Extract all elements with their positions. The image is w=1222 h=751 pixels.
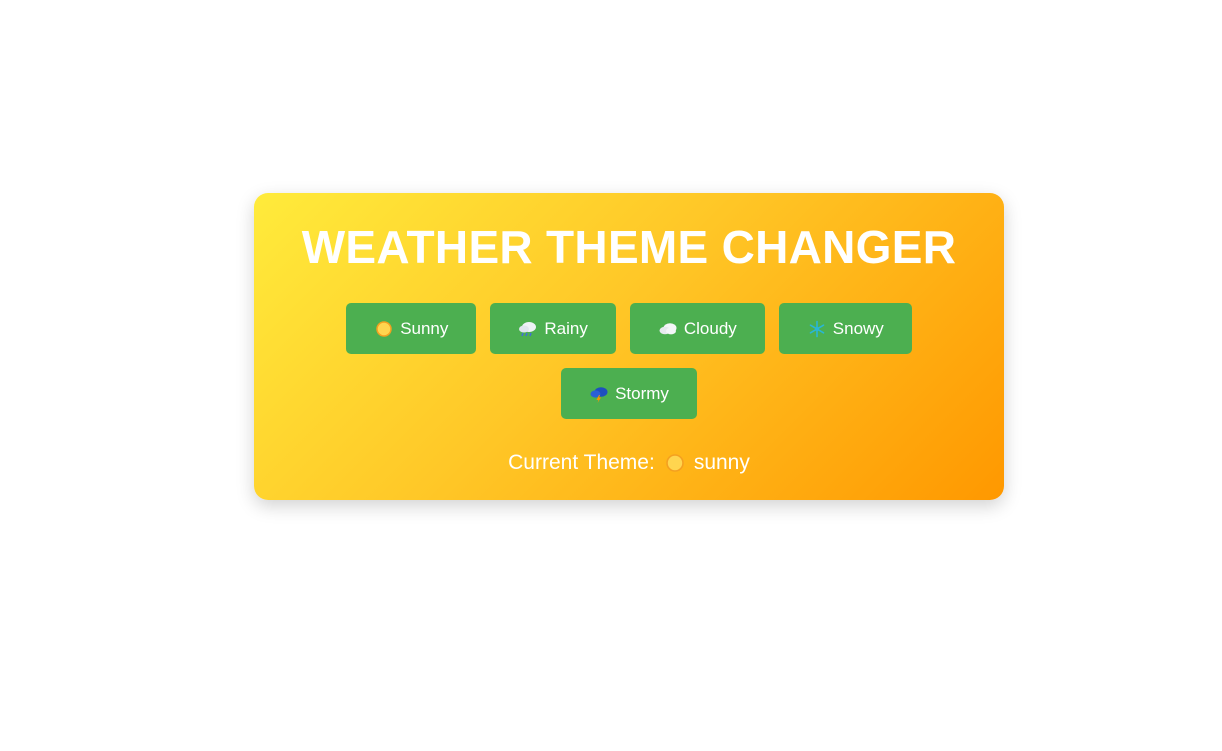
sun-icon — [374, 320, 394, 338]
theme-button-row: Sunny Rainy Cloudy Snowy — [254, 303, 1004, 354]
storm-cloud-icon — [589, 385, 609, 403]
snowflake-icon — [807, 320, 827, 338]
rainy-button-label: Rainy — [544, 318, 588, 338]
stormy-button[interactable]: Stormy — [561, 368, 697, 419]
current-theme-label: Current Theme: — [508, 451, 655, 474]
sunny-button-label: Sunny — [400, 318, 449, 338]
snowy-button[interactable]: Snowy — [778, 303, 912, 354]
theme-button-row-2: Stormy — [254, 368, 1004, 419]
rainy-button[interactable]: Rainy — [490, 303, 616, 354]
sun-icon — [665, 453, 685, 473]
snowy-button-label: Snowy — [832, 318, 884, 338]
sunny-button[interactable]: Sunny — [346, 303, 477, 354]
current-theme-value: sunny — [693, 451, 750, 474]
stormy-button-label: Stormy — [615, 383, 669, 403]
page-title: WEATHER THEME CHANGER — [301, 221, 957, 273]
current-theme-display: Current Theme: sunny — [254, 451, 1004, 475]
rain-cloud-icon — [518, 320, 538, 338]
cloud-icon — [658, 320, 678, 338]
cloudy-button-label: Cloudy — [683, 318, 737, 338]
cloudy-button[interactable]: Cloudy — [629, 303, 765, 354]
theme-card: WEATHER THEME CHANGER Sunny Rainy Cloudy… — [254, 193, 1004, 500]
